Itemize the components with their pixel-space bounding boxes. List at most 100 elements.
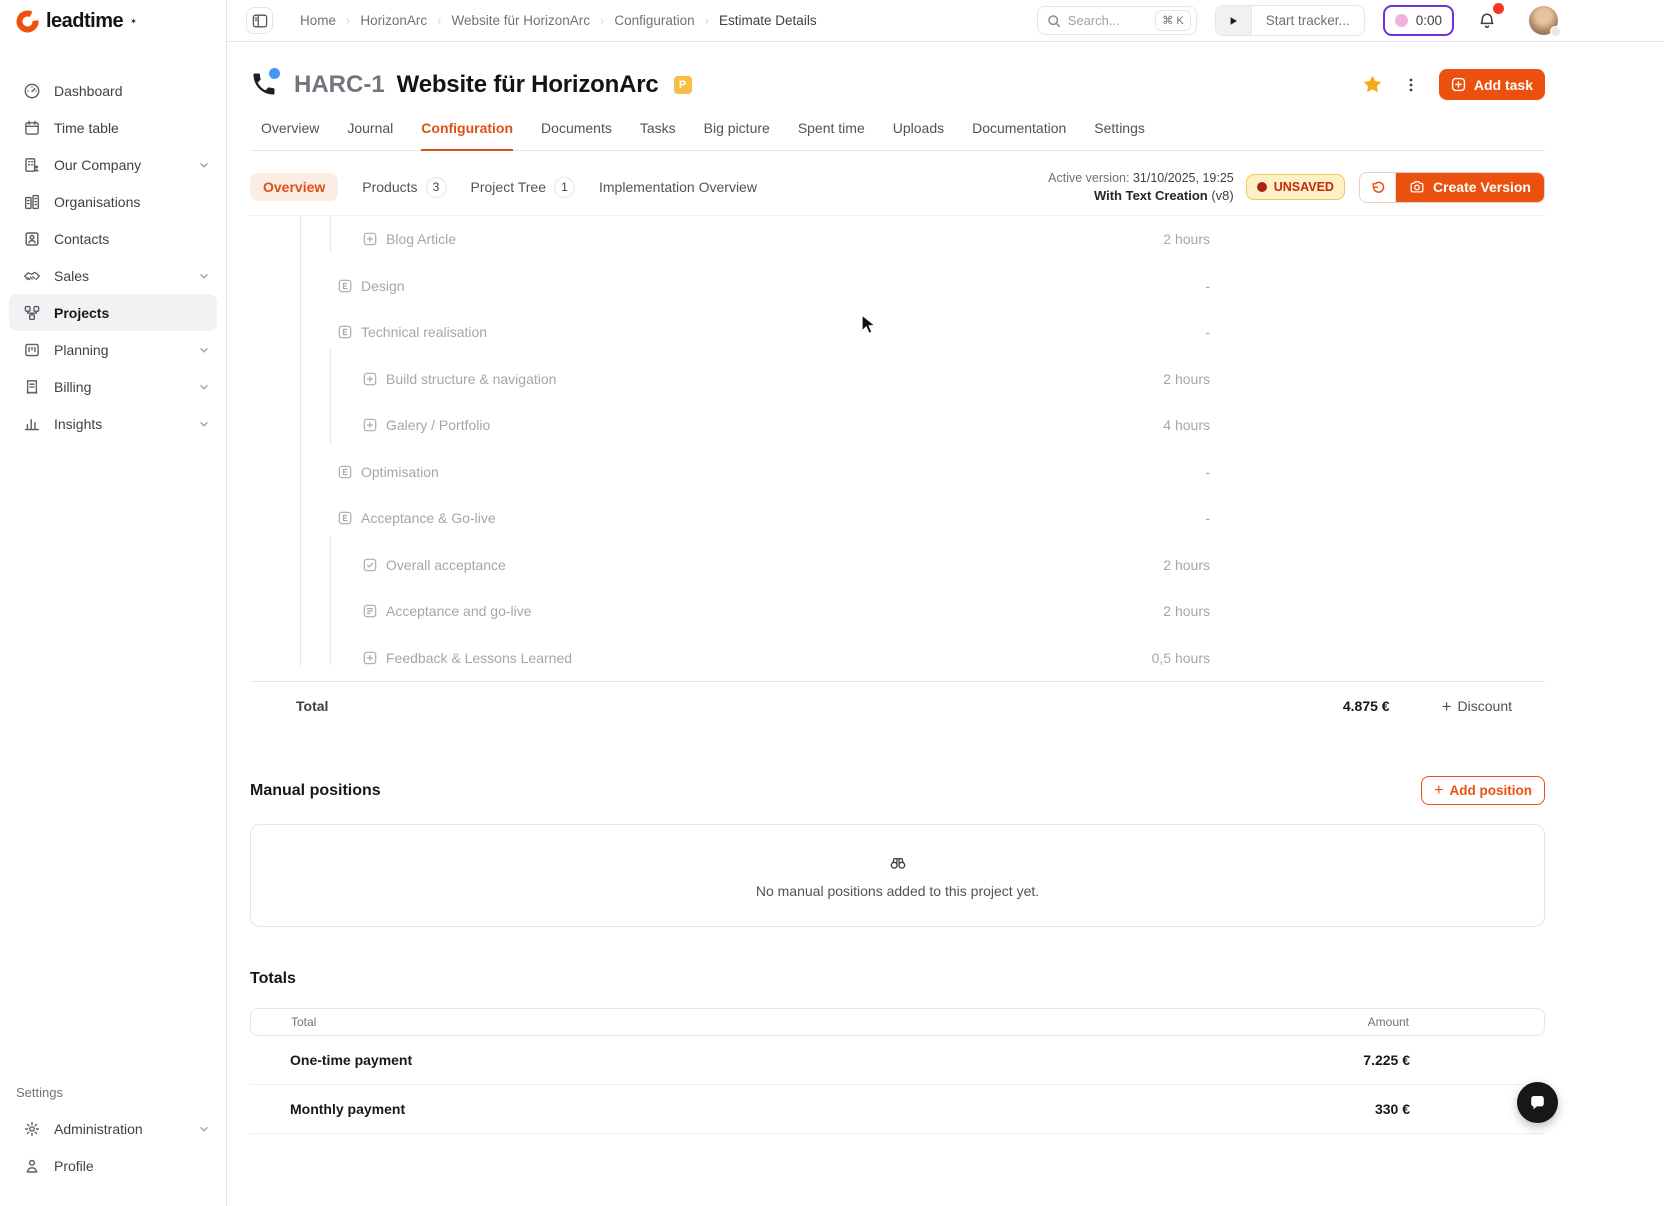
tree-guide-line [330,216,331,253]
tree-row-hours: - [1205,463,1210,480]
estimate-total-row: Total 4.875 € + Discount [250,681,1545,730]
tab-configuration[interactable]: Configuration [421,120,514,151]
tab-tasks[interactable]: Tasks [640,120,676,150]
search-input[interactable] [1067,13,1144,28]
tab-big-picture[interactable]: Big picture [704,120,770,150]
manual-positions-header: Manual positions + Add position [250,776,1545,805]
tree-row[interactable]: Acceptance and go-live 2 hours [250,588,1545,635]
tab-overview[interactable]: Overview [261,120,319,150]
more-options-button[interactable] [1403,77,1419,93]
organisations-icon [23,193,41,211]
sidebar-item-administration[interactable]: Administration [9,1110,217,1147]
subtab-overview[interactable]: Overview [250,173,339,201]
tree-row[interactable]: Design - [250,263,1545,310]
totals-row-amount: 7.225 € [1363,1052,1410,1068]
chat-bubble-icon [1528,1093,1547,1112]
sidebar-item-contacts[interactable]: Contacts [9,220,217,257]
active-version-name: With Text Creation [1093,188,1208,203]
empty-state-text: No manual positions added to this projec… [755,882,1040,899]
sidebar: leadtime ✶ Dashboard Time table Our Comp… [0,0,227,1206]
totals-col-amount: Amount [1367,1015,1409,1029]
plus-icon: + [1434,781,1444,799]
tree-row[interactable]: Build structure & navigation 2 hours [250,356,1545,403]
sidebar-item-insights[interactable]: Insights [9,405,217,442]
priority-badge: P [673,75,692,94]
dashboard-icon [23,82,41,100]
tree-row-label: Design [361,277,405,294]
breadcrumb: Home › HorizonArc › Website für HorizonA… [300,13,817,28]
tree-row-hours: 2 hours [1163,556,1210,573]
subtab-products[interactable]: Products 3 [362,176,447,198]
tree-row-label: Blog Article [386,231,457,248]
plus-square-icon [363,418,377,432]
sidebar-item-label: Insights [54,415,103,432]
add-task-label: Add task [1473,76,1533,93]
breadcrumb-configuration[interactable]: Configuration [614,13,694,28]
play-icon[interactable] [1215,6,1252,35]
subtab-implementation-overview[interactable]: Implementation Overview [599,179,757,195]
tree-row[interactable]: Feedback & Lessons Learned 0,5 hours [250,635,1545,682]
add-position-button[interactable]: + Add position [1421,776,1545,805]
tree-row[interactable]: Blog Article 2 hours [250,216,1545,263]
chat-widget-button[interactable] [1517,1082,1558,1123]
phone-icon [250,67,280,100]
breadcrumb-home[interactable]: Home [300,13,336,28]
search-box[interactable]: ⌘ K [1036,6,1197,35]
create-version-button[interactable]: Create Version [1395,172,1544,202]
sidebar-item-dashboard[interactable]: Dashboard [9,72,217,109]
planning-board-icon [23,341,41,359]
tree-row-label: Acceptance and go-live [386,603,532,620]
chevron-down-icon [197,1122,211,1136]
favorite-star-icon[interactable] [1362,74,1383,95]
subtab-label: Implementation Overview [599,179,757,195]
add-task-button[interactable]: Add task [1438,69,1545,100]
tree-row[interactable]: Technical realisation - [250,309,1545,356]
brand-logo[interactable]: leadtime ✶ [0,0,226,42]
configuration-toolbar: Overview Products 3 Project Tree 1 Imple… [250,170,1545,204]
sidebar-item-sales[interactable]: Sales [9,257,217,294]
tab-documentation[interactable]: Documentation [972,120,1066,150]
timer-display[interactable]: 0:00 [1382,5,1454,36]
breadcrumb-project[interactable]: Website für HorizonArc [451,13,590,28]
panel-icon [251,12,269,30]
tab-spent-time[interactable]: Spent time [798,120,865,150]
tree-row-hours: 0,5 hours [1151,649,1210,666]
tree-row[interactable]: Optimisation - [250,449,1545,496]
undo-button[interactable] [1359,172,1396,202]
sidebar-toggle-button[interactable] [246,7,273,34]
sidebar-item-time-table[interactable]: Time table [9,109,217,146]
tree-row[interactable]: Galery / Portfolio 4 hours [250,402,1545,449]
breadcrumb-separator: › [437,13,442,28]
sidebar-item-organisations[interactable]: Organisations [9,183,217,220]
tree-row[interactable]: Overall acceptance 2 hours [250,542,1545,589]
sidebar-item-profile[interactable]: Profile [9,1147,217,1184]
tree-row-label: Technical realisation [361,324,488,341]
tree-row-hours: - [1205,510,1210,527]
sidebar-item-label: Billing [54,378,92,395]
tree-guide-line [330,349,331,444]
tab-documents[interactable]: Documents [541,120,612,150]
user-avatar[interactable] [1529,6,1561,37]
settings-section-label: Settings [16,1085,63,1100]
tree-row[interactable]: Acceptance & Go-live - [250,495,1545,542]
chevron-down-icon [197,343,211,357]
project-code: HARC-1 [294,70,385,98]
tab-settings[interactable]: Settings [1094,120,1145,150]
manual-positions-title: Manual positions [250,781,381,799]
sidebar-item-planning[interactable]: Planning [9,331,217,368]
add-discount-button[interactable]: + Discount [1442,698,1512,715]
subtab-project-tree[interactable]: Project Tree 1 [471,176,575,198]
sidebar-item-projects[interactable]: Projects [9,294,217,331]
search-shortcut-badge: ⌘ K [1155,10,1191,31]
notifications-button[interactable] [1472,2,1504,36]
tab-uploads[interactable]: Uploads [893,120,944,150]
billing-receipt-icon [23,378,41,396]
breadcrumb-horizonarc[interactable]: HorizonArc [360,13,427,28]
company-icon [23,156,41,174]
sidebar-item-our-company[interactable]: Our Company [9,146,217,183]
tab-journal[interactable]: Journal [347,120,393,150]
sidebar-item-billing[interactable]: Billing [9,368,217,405]
totals-row-label: One-time payment [290,1052,413,1068]
sidebar-nav: Dashboard Time table Our Company Organis… [0,42,226,442]
start-tracker-button[interactable]: Start tracker... [1214,5,1365,36]
